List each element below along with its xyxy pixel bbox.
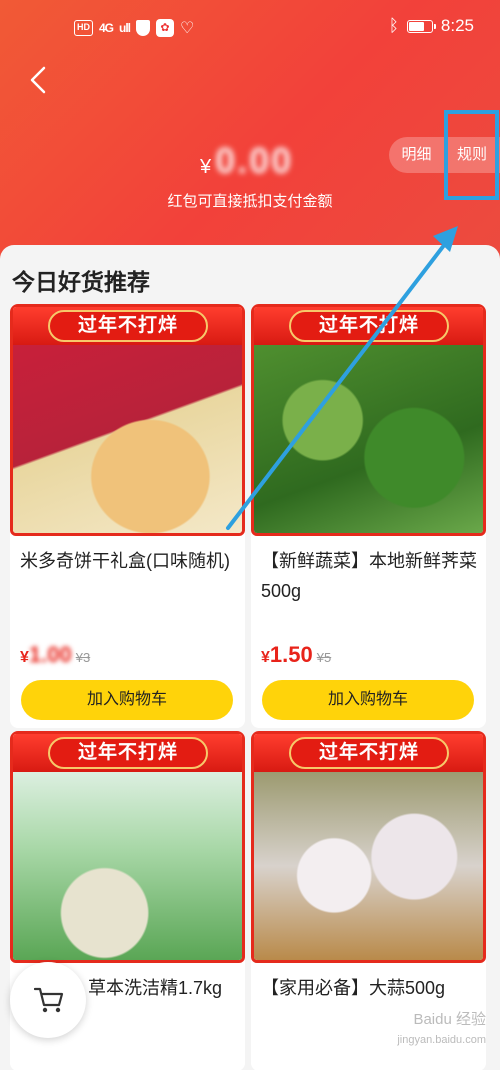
balance-subtitle: 红包可直接抵扣支付金额 [167,193,333,210]
status-right: ᛒ 8:25 [389,16,474,36]
header: HD 4G ull ✿ ♡ ᛒ 8:25 ¥ 0.00 红包可直接抵扣支付金额 … [0,0,500,260]
back-button[interactable] [24,62,56,98]
app-notification-icon: ✿ [156,19,175,37]
add-to-cart-button[interactable]: 加入购物车 [262,680,474,720]
price-value: 1.00 [28,642,72,667]
promo-banner: 过年不打烊 [254,307,483,345]
recommendations-panel: 今日好货推荐 过年不打烊 米多奇饼干礼盒(口味随机) ¥ 1.00 ¥3 加入购… [0,245,500,1070]
promo-banner: 过年不打烊 [13,734,242,772]
tab-detail[interactable]: 明细 [389,137,444,173]
promo-label: 过年不打烊 [289,310,449,342]
product-title[interactable]: 草本洗洁精1.7kg [88,973,238,1003]
bluetooth-icon: ᛒ [388,16,399,35]
clock: 8:25 [440,16,474,35]
shopping-cart-icon [34,987,64,1013]
section-title: 今日好货推荐 [12,269,150,295]
status-left: HD 4G ull ✿ ♡ [74,18,194,38]
product-image[interactable]: 过年不打烊 [10,304,245,536]
shield-icon [136,20,151,36]
watermark: Baidu 经验 jingyan.baidu.com [397,1010,486,1050]
original-price: ¥3 [75,650,91,665]
product-title[interactable]: 【新鲜蔬菜】本地新鲜荠菜500g [261,546,481,606]
product-price: ¥ 1.50 ¥5 [261,642,331,668]
chevron-left-icon [30,66,46,94]
price-currency: ¥ [20,649,29,666]
product-photo [254,345,483,533]
product-image[interactable]: 过年不打烊 [10,731,245,963]
annotation-highlight [444,110,499,200]
product-card[interactable]: 过年不打烊 【新鲜蔬菜】本地新鲜荠菜500g ¥ 1.50 ¥5 加入购物车 [251,304,486,728]
product-photo [13,772,242,960]
price-currency: ¥ [261,649,270,666]
product-title[interactable]: 米多奇饼干礼盒(口味随机) [20,546,240,576]
promo-banner: 过年不打烊 [254,734,483,772]
network-label: 4G [99,21,114,35]
add-to-cart-button[interactable]: 加入购物车 [21,680,233,720]
promo-banner: 过年不打烊 [13,307,242,345]
product-photo [254,772,483,960]
watermark-brand: Baidu 经验 [413,1011,486,1028]
balance-amount: ¥ 0.00 [200,140,293,182]
promo-label: 过年不打烊 [48,737,208,769]
product-photo [13,345,242,533]
product-image[interactable]: 过年不打烊 [251,304,486,536]
promo-label: 过年不打烊 [48,310,208,342]
price-value: 1.50 [269,642,313,667]
product-price: ¥ 1.00 ¥3 [20,642,90,668]
watermark-url: jingyan.baidu.com [397,1034,486,1046]
floating-cart-button[interactable] [10,962,86,1038]
product-card[interactable]: 过年不打烊 米多奇饼干礼盒(口味随机) ¥ 1.00 ¥3 加入购物车 [10,304,245,728]
status-bar: HD 4G ull ✿ ♡ ᛒ 8:25 [0,0,500,58]
signal-icon: ull [119,21,131,35]
original-price: ¥5 [316,650,332,665]
product-image[interactable]: 过年不打烊 [251,731,486,963]
amount-value: 0.00 [215,140,294,181]
promo-label: 过年不打烊 [289,737,449,769]
battery-icon [406,19,436,33]
currency-symbol: ¥ [200,156,212,178]
product-title[interactable]: 【家用必备】大蒜500g [261,973,481,1003]
heart-icon: ♡ [180,20,195,37]
hd-badge: HD [74,20,93,36]
